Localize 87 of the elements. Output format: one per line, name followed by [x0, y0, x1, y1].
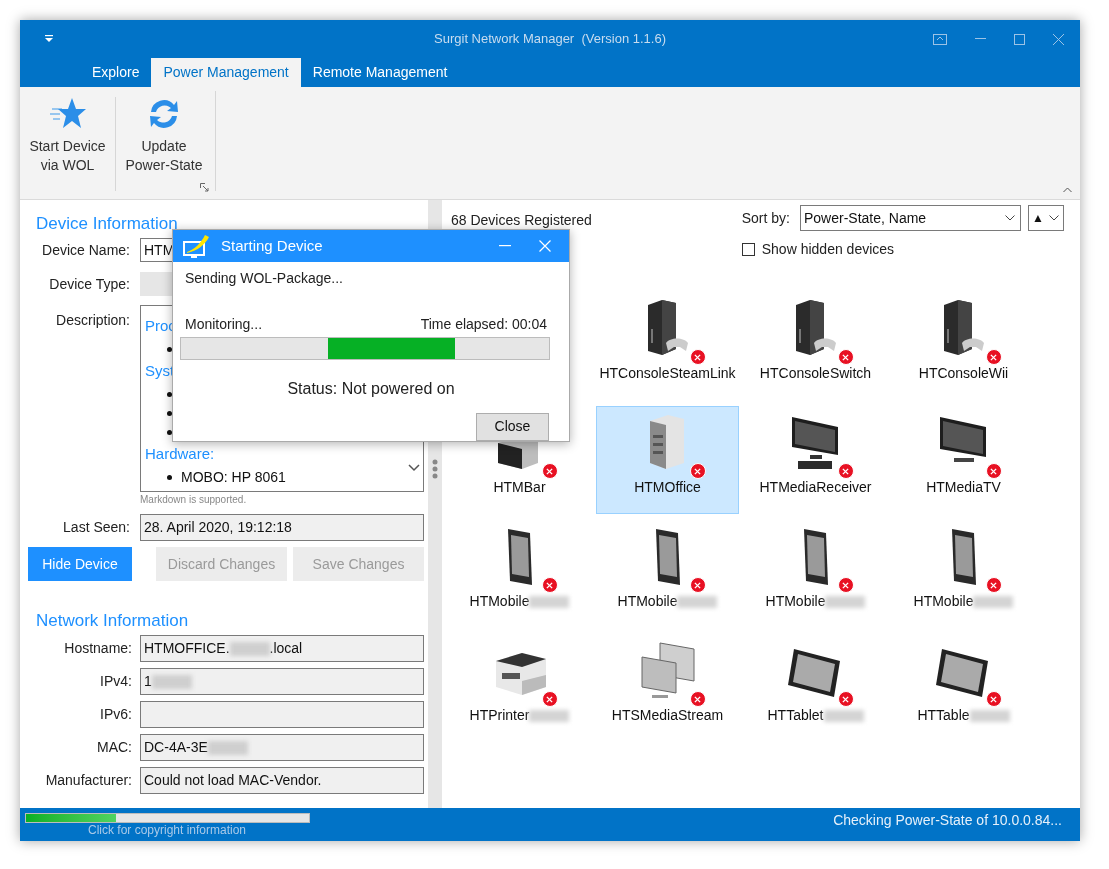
device-tile[interactable]: HTConsoleSwitch [744, 292, 887, 400]
device-name: HTMobile [765, 592, 826, 611]
minimize-icon[interactable] [499, 245, 511, 248]
section-heading: Network Information [35, 611, 190, 631]
checkbox-label[interactable]: Show hidden devices [761, 239, 895, 260]
device-name: HTConsoleSwitch [759, 364, 872, 383]
hint-text: Markdown is supported. [140, 494, 248, 506]
device-name: HTSMediaStream [611, 706, 724, 725]
elapsed-time: Time elapsed: 00:04 [420, 315, 547, 335]
device-tile[interactable]: HTMobile [448, 520, 591, 628]
device-name: HTTablet [767, 706, 824, 725]
device-name: HTMBar [493, 478, 546, 497]
device-name: HTConsoleSteamLink [599, 364, 736, 383]
field-label: Last Seen: [62, 518, 130, 537]
star-icon [49, 97, 86, 131]
chevron-down-icon [1049, 215, 1059, 221]
field-label: Device Type: [48, 274, 130, 294]
maximize-icon[interactable] [1014, 33, 1025, 45]
device-name: HTMobile [913, 592, 974, 611]
device-name: HTTable [917, 706, 970, 725]
field-label: IPv6: [99, 705, 132, 724]
device-tile[interactable]: HTConsoleWii [892, 292, 1035, 400]
device-tile[interactable]: HTMediaReceiver [744, 406, 887, 514]
app-icon [183, 233, 211, 260]
device-tile[interactable]: HTMobile [744, 520, 887, 628]
field-label: IPv4: [99, 672, 132, 691]
dialog-launcher-icon[interactable] [200, 183, 209, 192]
bullet-icon [167, 475, 172, 480]
readonly-field: 1 [140, 668, 424, 695]
quick-access-icon[interactable] [45, 35, 53, 43]
device-name: HTMediaReceiver [759, 478, 872, 497]
bullet-icon [167, 430, 172, 435]
dialog-message: Sending WOL-Package... [185, 269, 343, 289]
bullet-icon [167, 392, 172, 397]
order-dropdown[interactable]: ▲ [1028, 205, 1064, 231]
last-seen-field: 28. April 2020, 19:12:18 [140, 514, 424, 541]
device-name: HTMediaTV [926, 478, 1001, 497]
sort-dropdown[interactable]: Power-State, Name [800, 205, 1021, 231]
device-name: HTConsoleWii [918, 364, 1009, 383]
bullet-icon [167, 411, 172, 416]
ribbon-tab[interactable]: Power Management [151, 58, 301, 87]
markdown-heading: Hardware: [145, 444, 215, 464]
bullet-icon [167, 347, 172, 352]
scroll-down-icon[interactable] [408, 464, 420, 472]
checkbox[interactable] [741, 243, 755, 256]
close-button[interactable]: Close [476, 412, 549, 441]
splitter-grip-icon[interactable] [432, 459, 438, 479]
field-label: Device Name: [41, 240, 130, 260]
device-tile[interactable]: HTTable [892, 634, 1035, 742]
device-name: HTPrinter [469, 706, 530, 725]
device-count: 68 Devices Registered [451, 211, 592, 230]
ribbon-button[interactable]: Update Power-State [116, 97, 212, 191]
status-text: Status: Not powered on [286, 378, 456, 399]
readonly-field: HTMOFFICE. .local [140, 635, 424, 662]
device-tile[interactable]: HTTablet [744, 634, 887, 742]
device-tile[interactable]: HTSMediaStream [596, 634, 739, 742]
device-tile[interactable]: HTMOffice [596, 406, 739, 514]
device-tile[interactable]: HTMediaTV [892, 406, 1035, 514]
window-title: Surgit Network Manager (Version 1.1.6) [434, 30, 666, 49]
ribbon-tab[interactable]: Remote Management [300, 58, 460, 87]
device-tile[interactable]: HTMobile [596, 520, 739, 628]
status-message: Checking Power-State of 10.0.0.84... [833, 811, 1062, 830]
device-name: HTMOffice [634, 478, 701, 497]
device-name: HTMobile [469, 592, 530, 611]
ribbon-button[interactable]: Start Device via WOL [20, 97, 116, 191]
device-tile[interactable]: HTPrinter [448, 634, 591, 742]
dialog-title: Starting Device [221, 235, 323, 256]
section-heading: Device Information [35, 214, 179, 234]
ribbon-display-icon[interactable] [933, 33, 947, 45]
minimize-icon[interactable] [975, 38, 986, 40]
device-tile[interactable]: HTConsoleSteamLink [596, 292, 739, 400]
two-monitors-icon [639, 641, 696, 701]
field-label: Hostname: [63, 639, 132, 658]
activity-text: Monitoring... [185, 315, 263, 335]
chevron-down-icon [1005, 215, 1015, 221]
collapse-ribbon-icon[interactable] [1063, 187, 1072, 193]
list-item-text: MOBO: HP 8061 [181, 468, 286, 487]
field-label: Manufacturer: [44, 771, 132, 790]
sort-label: Sort by: [741, 208, 790, 228]
close-icon[interactable] [1053, 33, 1064, 45]
device-name: HTMobile [617, 592, 678, 611]
field-label: Description: [55, 311, 130, 330]
readonly-field: DC-4A-3E [140, 734, 424, 761]
device-tile[interactable]: HTMobile [892, 520, 1035, 628]
ribbon-tab[interactable]: Explore [80, 58, 152, 87]
field-label: MAC: [96, 738, 132, 757]
readonly-field: Could not load MAC-Vendor. [140, 767, 424, 794]
